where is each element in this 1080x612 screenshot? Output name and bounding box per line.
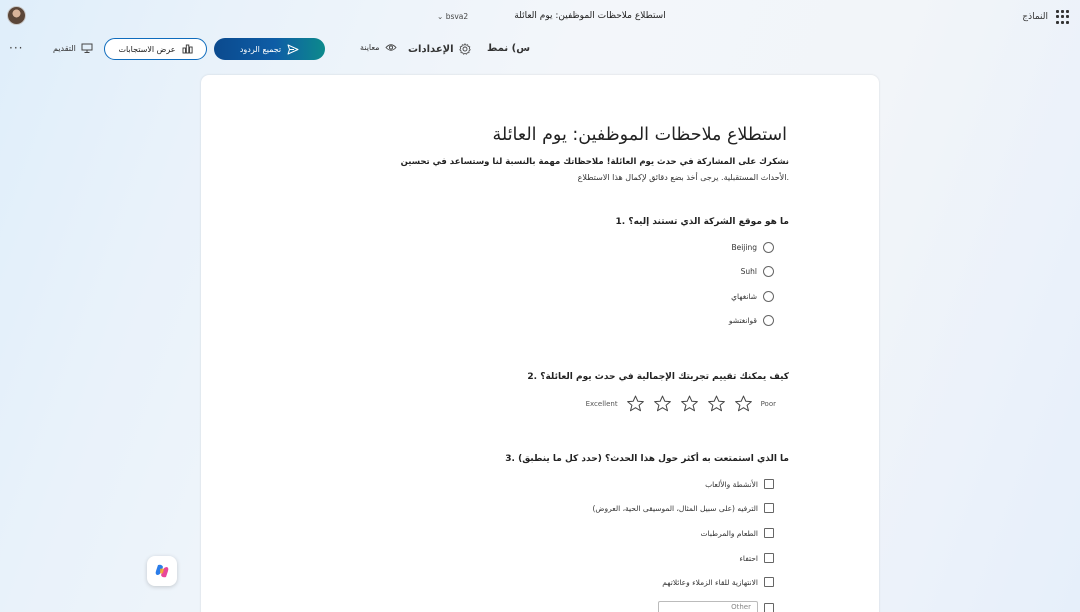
version-label: bsva2	[445, 12, 469, 21]
settings-label: الإعدادات	[408, 43, 454, 55]
star-icon[interactable]	[626, 395, 645, 412]
present-button[interactable]: التقديم	[53, 43, 93, 53]
q1-option-1[interactable]: Beijing	[731, 242, 774, 253]
radio-button[interactable]	[763, 242, 774, 253]
q3-option-1[interactable]: الأنشطة والألعاب	[705, 479, 774, 489]
q1-option-4[interactable]: قوانغتشو	[729, 315, 774, 326]
more-options-button[interactable]: ···	[9, 41, 23, 55]
collect-responses-button[interactable]: تجميع الردود	[214, 38, 325, 60]
user-avatar[interactable]	[7, 6, 26, 25]
star-icon[interactable]	[734, 395, 753, 412]
app-name[interactable]: النماذج	[1022, 12, 1048, 22]
q1-option-3-label: شانغهاي	[731, 292, 757, 301]
checkbox[interactable]	[764, 503, 774, 513]
form-card: استطلاع ملاحظات الموظفين: يوم العائلة نش…	[201, 75, 879, 612]
view-responses-button[interactable]: عرض الاستجابات	[104, 38, 207, 60]
star-icon[interactable]	[707, 395, 726, 412]
form-title[interactable]: استطلاع ملاحظات الموظفين: يوم العائلة	[493, 125, 787, 145]
title-bar: ⌄ bsva2 استطلاع ملاحظات الموظفين: يوم ال…	[0, 0, 1080, 34]
q1-option-2-label: Suhl	[740, 267, 757, 276]
eye-icon	[384, 44, 397, 51]
q3-option-5[interactable]: الانتهازية للقاء الزملاء وعائلاتهم	[662, 577, 774, 587]
present-label: التقديم	[53, 43, 76, 53]
collect-responses-label: تجميع الردود	[239, 44, 282, 54]
gear-icon	[458, 43, 471, 55]
question-1-title[interactable]: 1. ما هو موقع الشركة الذي تستند إليه؟	[616, 217, 789, 227]
q3-option-3-label: الطعام والمرطبات	[700, 528, 759, 538]
checkbox[interactable]	[764, 602, 774, 612]
copilot-icon	[155, 564, 169, 578]
copilot-button[interactable]	[147, 556, 177, 586]
q1-option-3[interactable]: شانغهاي	[731, 291, 774, 302]
star-rating: Poor Excellent	[586, 395, 776, 412]
present-icon	[81, 43, 93, 53]
q3-option-1-label: الأنشطة والألعاب	[705, 479, 758, 489]
star-icon[interactable]	[653, 395, 672, 412]
settings-button[interactable]: الإعدادات	[408, 43, 471, 55]
checkbox[interactable]	[764, 528, 774, 538]
checkbox[interactable]	[764, 553, 774, 563]
question-3-title[interactable]: 3. ما الذي استمتعت به أكثر حول هذا الحدث…	[505, 454, 789, 464]
q3-option-2[interactable]: الترفيه (على سبيل المثال، الموسيقى الحية…	[592, 503, 774, 513]
q1-option-1-label: Beijing	[731, 243, 757, 252]
q3-option-2-label: الترفيه (على سبيل المثال، الموسيقى الحية…	[592, 503, 758, 513]
checkbox[interactable]	[764, 479, 774, 489]
chart-icon	[182, 44, 193, 54]
send-icon	[287, 44, 299, 54]
radio-button[interactable]	[763, 291, 774, 302]
q3-option-4-label: احتفاء	[739, 553, 758, 563]
other-input[interactable]: Other	[658, 601, 758, 612]
style-button[interactable]: س) نمط	[487, 43, 530, 54]
q3-option-5-label: الانتهازية للقاء الزملاء وعائلاتهم	[662, 577, 758, 587]
radio-button[interactable]	[763, 266, 774, 277]
radio-button[interactable]	[763, 315, 774, 326]
rating-low-label: Poor	[760, 399, 776, 408]
star-icon[interactable]	[680, 395, 699, 412]
preview-label: معاينة	[360, 43, 380, 52]
version-dropdown[interactable]: ⌄ bsva2	[437, 12, 468, 21]
q3-option-3[interactable]: الطعام والمرطبات	[700, 528, 774, 538]
checkbox[interactable]	[764, 577, 774, 587]
q1-option-4-label: قوانغتشو	[728, 316, 757, 325]
q3-option-other[interactable]: Other	[658, 601, 774, 612]
view-responses-label: عرض الاستجابات	[118, 44, 176, 54]
style-label: س) نمط	[487, 43, 531, 54]
rating-high-label: Excellent	[585, 399, 618, 408]
form-description-line1[interactable]: نشكرك على المشاركة في حدث يوم العائلة! م…	[401, 157, 789, 167]
q1-option-2[interactable]: Suhl	[741, 266, 774, 277]
question-2-title[interactable]: 2. كيف يمكنك تقييم تجربتك الإجمالية في ح…	[527, 372, 789, 382]
chevron-down-icon: ⌄	[437, 12, 444, 21]
preview-button[interactable]: معاينة	[360, 43, 397, 52]
document-title: استطلاع ملاحظات الموظفين: يوم العائلة	[514, 11, 666, 21]
waffle-icon[interactable]	[1056, 10, 1070, 24]
q3-option-4[interactable]: احتفاء	[739, 553, 774, 563]
toolbar: ··· التقديم عرض الاستجابات تجميع الردود …	[0, 36, 1080, 62]
form-description-line2[interactable]: الأحداث المستقبلية. يرجى أخذ بضع دقائق ل…	[578, 173, 789, 182]
